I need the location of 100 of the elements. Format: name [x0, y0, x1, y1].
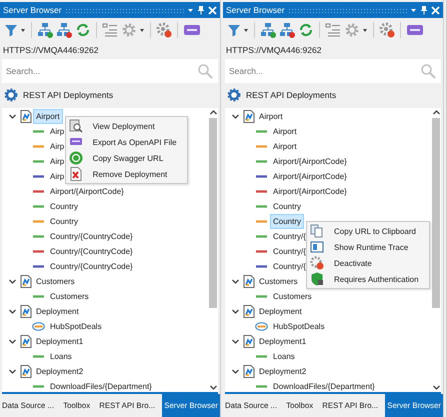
tree-item[interactable]: Deployment — [33, 304, 82, 319]
menu-item-icon — [68, 119, 83, 133]
api-icon[interactable] — [183, 23, 201, 37]
add-server-icon[interactable] — [37, 22, 53, 38]
tree-item[interactable]: Deployment2 — [256, 364, 310, 379]
tree-item[interactable]: Country — [270, 214, 304, 229]
chevron-icon[interactable] — [7, 307, 17, 316]
scrollbar[interactable] — [208, 108, 218, 392]
chevron-icon[interactable] — [7, 112, 17, 121]
gear-icon[interactable] — [379, 22, 395, 38]
tree-item[interactable]: Deployment2 — [33, 364, 86, 379]
chevron-icon[interactable] — [230, 112, 240, 121]
tree-item[interactable]: Country/{CountryCode} — [47, 229, 136, 244]
tree-item[interactable]: DownloadFiles/{Department} — [270, 379, 378, 394]
list-icon[interactable] — [325, 22, 341, 38]
remove-server-icon[interactable] — [56, 22, 72, 38]
tree-item[interactable]: Airport/{AirportCode} — [47, 184, 127, 199]
method-icon — [32, 322, 45, 331]
gear-icon[interactable] — [156, 22, 172, 38]
pin-icon[interactable] — [420, 5, 428, 15]
tree-item[interactable]: Country — [47, 214, 82, 229]
tree-item[interactable]: DownloadFiles/{Department} — [47, 379, 155, 394]
menu-item[interactable]: Show Runtime Trace — [334, 242, 408, 252]
tree-item[interactable]: Country — [270, 199, 304, 214]
tree-item[interactable]: Country/{ — [270, 229, 309, 244]
tree-item[interactable]: Customers — [256, 274, 301, 289]
tree-item[interactable]: Deployment1 — [33, 334, 86, 349]
menu-item[interactable]: Copy Swagger URL — [92, 154, 164, 162]
chevron-icon[interactable] — [7, 337, 17, 346]
scroll-down-icon[interactable] — [432, 383, 440, 392]
pin-icon[interactable] — [197, 5, 205, 15]
menu-item[interactable]: Export As OpenAPI File — [92, 138, 177, 146]
menu-item-icon — [310, 240, 324, 254]
tree-item[interactable]: Airp — [47, 124, 68, 139]
tree-item[interactable]: Airport — [270, 124, 300, 139]
tree-item[interactable]: Loans — [270, 349, 298, 364]
deployment-icon — [243, 365, 255, 378]
deployment-icon — [20, 305, 32, 318]
tree-item[interactable]: Airport/{AirportCode} — [270, 184, 350, 199]
menu-item[interactable]: Copy URL to Clipboard — [334, 226, 416, 236]
chevron-icon[interactable] — [7, 367, 17, 376]
list-icon[interactable] — [102, 22, 118, 38]
tree-item[interactable]: Country/{CountryCode} — [47, 244, 136, 259]
tree-item[interactable]: Country/{CountryCode} — [47, 259, 136, 274]
menu-item[interactable]: Remove Deployment — [92, 170, 168, 178]
section-title: REST API Deployments — [23, 90, 114, 100]
tree-item[interactable]: Customers — [270, 289, 315, 304]
tree-item[interactable]: Deployment — [256, 304, 305, 319]
menu-item-icon — [310, 272, 324, 286]
deployment-icon — [20, 365, 32, 378]
scroll-thumb[interactable] — [209, 118, 217, 308]
tree-item[interactable]: Airport — [33, 109, 63, 124]
tree-item[interactable]: Airport — [256, 109, 286, 124]
deployment-icon — [243, 305, 255, 318]
tree-item[interactable]: Airport/{AirportCode} — [270, 154, 350, 169]
api-icon[interactable] — [406, 23, 424, 37]
tree-item[interactable]: Deployment1 — [256, 334, 310, 349]
tree-item[interactable]: Airport — [270, 139, 300, 154]
panel-title: Server Browser — [3, 5, 62, 15]
chevron-icon[interactable] — [230, 367, 240, 376]
tree-item[interactable]: Customers — [33, 274, 78, 289]
menu-item-icon — [68, 151, 83, 165]
method-icon — [255, 322, 268, 331]
menu-item[interactable]: View Deployment — [92, 122, 155, 130]
scroll-down-icon[interactable] — [208, 383, 218, 392]
menu-item-icon — [68, 167, 83, 181]
scroll-thumb[interactable] — [432, 118, 440, 308]
menu-item[interactable]: Requires Authentication — [334, 274, 419, 284]
chevron-icon[interactable] — [230, 337, 240, 346]
menu-item[interactable]: Deactivate — [334, 258, 372, 268]
remove-server-icon[interactable] — [279, 22, 295, 38]
gear-icon — [4, 88, 18, 102]
tree-item[interactable]: Airport/{AirportCode} — [270, 169, 350, 184]
chevron-icon[interactable] — [230, 307, 240, 316]
tree-item[interactable]: HubSpotDeals — [270, 319, 328, 334]
tree-item[interactable]: HubSpotDeals — [47, 319, 105, 334]
tree-item[interactable]: Airp — [47, 139, 68, 154]
chevron-icon[interactable] — [230, 277, 240, 286]
add-server-icon[interactable] — [260, 22, 276, 38]
search-field[interactable]: Search... — [2, 59, 218, 83]
gear-icon — [227, 88, 241, 102]
tree-item[interactable]: Country/{ — [270, 259, 309, 274]
tree-item[interactable]: Customers — [47, 289, 92, 304]
scrollbar[interactable] — [431, 108, 441, 392]
tree-item[interactable]: Country — [47, 199, 82, 214]
search-field[interactable]: Search... — [225, 59, 441, 83]
refresh-icon[interactable] — [298, 22, 314, 38]
tree-item[interactable]: Country/{ — [270, 244, 309, 259]
scroll-up-icon[interactable] — [208, 108, 218, 117]
close-icon[interactable] — [431, 6, 440, 14]
server-url: HTTPS://VMQA446:9262 — [2, 44, 100, 57]
tree-item[interactable]: Loans — [47, 349, 75, 364]
refresh-icon[interactable] — [75, 22, 91, 38]
tree-item[interactable]: Airp — [47, 169, 68, 184]
chevron-icon[interactable] — [7, 277, 17, 286]
scroll-up-icon[interactable] — [432, 108, 440, 117]
tree-item[interactable]: Airp — [47, 154, 68, 169]
section-title: REST API Deployments — [246, 90, 336, 100]
close-icon[interactable] — [208, 6, 217, 14]
menu-item-icon — [310, 224, 324, 238]
